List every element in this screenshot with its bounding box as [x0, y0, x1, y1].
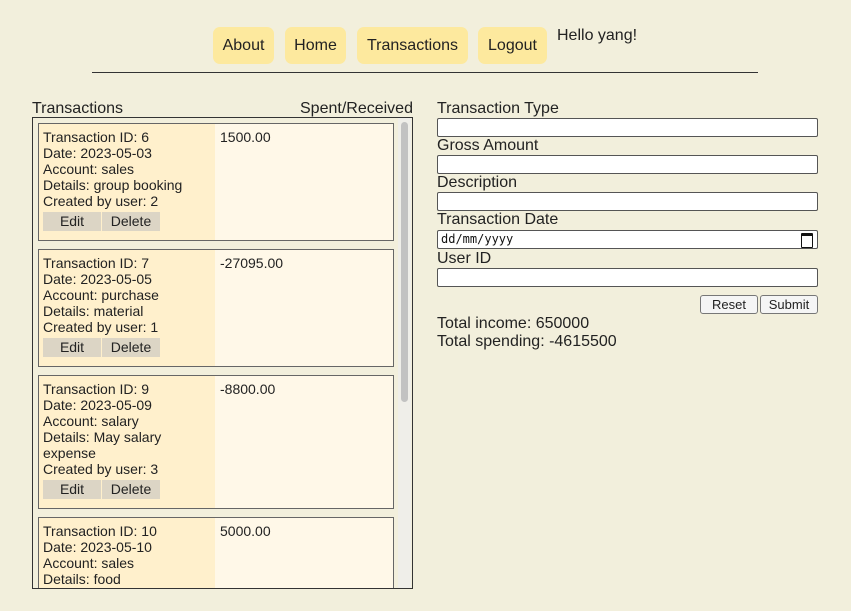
transaction-card: Transaction ID: 7 Date: 2023-05-05 Accou…	[38, 249, 394, 367]
transaction-created-by: Created by user: 3	[43, 461, 159, 477]
transactions-heading: Transactions	[32, 100, 123, 117]
transaction-date-label: Transaction Date	[437, 211, 559, 228]
about-button[interactable]: About	[213, 27, 274, 64]
transaction-account: Account: salary	[43, 413, 139, 429]
transaction-date: Date: 2023-05-03	[43, 145, 152, 161]
transaction-date: Date: 2023-05-10	[43, 539, 152, 555]
calendar-icon[interactable]	[801, 233, 813, 248]
reset-button[interactable]: Reset	[700, 295, 758, 314]
scrollbar-thumb[interactable]	[401, 122, 408, 402]
transaction-amount: 1500.00	[220, 129, 271, 145]
edit-button[interactable]: Edit	[43, 480, 101, 499]
delete-button[interactable]: Delete	[102, 212, 160, 231]
transaction-date: Date: 2023-05-05	[43, 271, 152, 287]
user-id-input[interactable]	[437, 268, 818, 287]
transaction-list[interactable]: Transaction ID: 6 Date: 2023-05-03 Accou…	[32, 117, 413, 589]
transaction-card: Transaction ID: 6 Date: 2023-05-03 Accou…	[38, 123, 394, 241]
edit-button[interactable]: Edit	[43, 338, 101, 357]
user-id-label: User ID	[437, 250, 492, 267]
spent-received-heading: Spent/Received	[300, 100, 413, 117]
home-button[interactable]: Home	[285, 27, 346, 64]
gross-amount-input[interactable]	[437, 155, 818, 174]
submit-button[interactable]: Submit	[760, 295, 818, 314]
delete-button[interactable]: Delete	[102, 480, 160, 499]
transaction-card: Transaction ID: 10 Date: 2023-05-10 Acco…	[38, 517, 394, 588]
transaction-amount: -8800.00	[220, 381, 276, 397]
transaction-created-by: Created by user: 2	[43, 193, 159, 209]
transaction-amount: 5000.00	[220, 523, 271, 539]
list-scrollbar[interactable]	[398, 118, 411, 588]
gross-amount-label: Gross Amount	[437, 137, 539, 154]
transactions-button[interactable]: Transactions	[357, 27, 468, 64]
transaction-account: Account: purchase	[43, 287, 159, 303]
top-nav: About Home Transactions Logout Hello yan…	[0, 0, 851, 80]
transaction-created-by: Created by user: 1	[43, 319, 159, 335]
transaction-id: Transaction ID: 6	[43, 129, 150, 145]
delete-button[interactable]: Delete	[102, 338, 160, 357]
transaction-date-input[interactable]: dd/mm/yyyy	[437, 230, 818, 249]
transaction-details: Details: material	[43, 303, 144, 319]
edit-button[interactable]: Edit	[43, 212, 101, 231]
transaction-type-label: Transaction Type	[437, 100, 559, 117]
transaction-date: Date: 2023-05-09	[43, 397, 152, 413]
transaction-account: Account: sales	[43, 555, 135, 571]
description-label: Description	[437, 174, 518, 191]
greeting-text: Hello yang!	[557, 27, 638, 44]
total-spending: Total spending: -4615500	[437, 333, 617, 350]
header-divider	[92, 72, 758, 73]
description-input[interactable]	[437, 192, 818, 211]
transaction-amount: -27095.00	[220, 255, 284, 271]
total-income: Total income: 650000	[437, 315, 590, 332]
transaction-card: Transaction ID: 9 Date: 2023-05-09 Accou…	[38, 375, 394, 509]
transaction-type-input[interactable]	[437, 118, 818, 137]
transaction-id: Transaction ID: 9	[43, 381, 150, 397]
transaction-id: Transaction ID: 7	[43, 255, 150, 271]
transaction-details-continued: expense	[43, 445, 96, 461]
transaction-details: Details: food	[43, 571, 121, 587]
logout-button[interactable]: Logout	[478, 27, 547, 64]
transaction-details: Details: May salary	[43, 429, 162, 445]
transaction-id: Transaction ID: 10	[43, 523, 157, 539]
transaction-account: Account: sales	[43, 161, 135, 177]
date-placeholder: dd/mm/yyyy	[441, 232, 514, 246]
transaction-details: Details: group booking	[43, 177, 183, 193]
